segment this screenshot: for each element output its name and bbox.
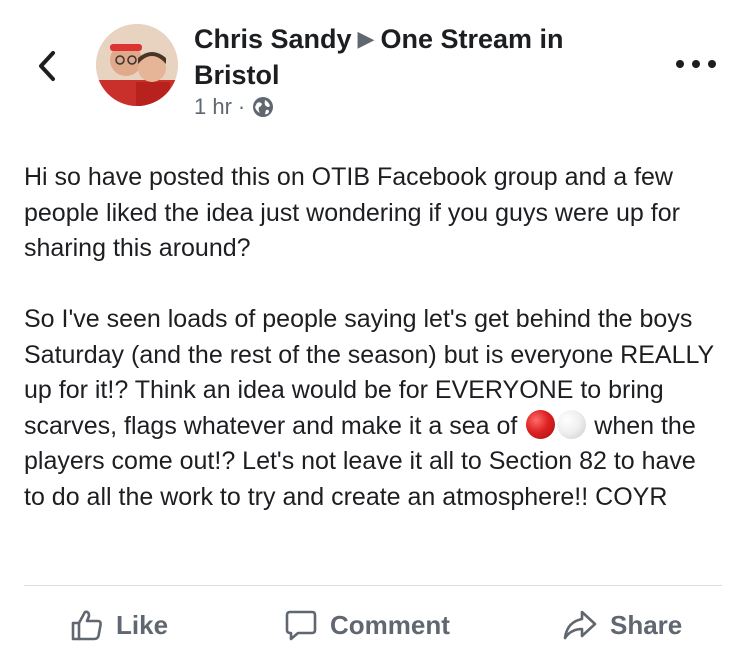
avatar[interactable] (96, 24, 178, 106)
like-button[interactable]: Like (70, 597, 168, 653)
post-actions: Like Comment Share (0, 597, 740, 653)
thumbs-up-icon (71, 610, 102, 641)
post-paragraph: So I've seen loads of people saying let'… (24, 302, 720, 515)
post-meta: 1 hr · (194, 94, 275, 120)
comment-button[interactable]: Comment (284, 597, 450, 653)
white-circle-icon (557, 409, 587, 439)
share-label: Share (610, 609, 683, 640)
globe-icon (253, 97, 274, 117)
arrow-right-icon: ▶ (357, 26, 375, 51)
more-options-button[interactable] (676, 52, 716, 76)
post-header-title: Chris Sandy ▶ One Stream in Bristol (194, 22, 634, 92)
post-time[interactable]: 1 hr (194, 94, 232, 120)
author-name[interactable]: Chris Sandy (194, 24, 352, 54)
post-screen: Chris Sandy ▶ One Stream in Bristol 1 hr ·… (0, 0, 740, 662)
chevron-left-icon (39, 51, 55, 81)
post-body: Hi so have posted this on OTIB Facebook … (24, 160, 720, 515)
emoji-group (526, 409, 588, 440)
back-button[interactable] (30, 44, 64, 88)
post-paragraph: Hi so have posted this on OTIB Facebook … (24, 163, 680, 262)
more-horizontal-icon-dot (676, 60, 684, 68)
more-horizontal-icon-dot (692, 60, 700, 68)
share-arrow-icon (563, 610, 597, 640)
actions-divider (24, 585, 722, 586)
meta-separator: · (237, 94, 246, 119)
comment-bubble-icon (285, 610, 317, 641)
share-button[interactable]: Share (562, 597, 682, 653)
red-circle-icon (526, 409, 556, 439)
comment-label: Comment (330, 609, 450, 640)
avatar-photo (96, 24, 178, 106)
like-label: Like (116, 609, 169, 640)
more-horizontal-icon-dot (708, 60, 716, 68)
